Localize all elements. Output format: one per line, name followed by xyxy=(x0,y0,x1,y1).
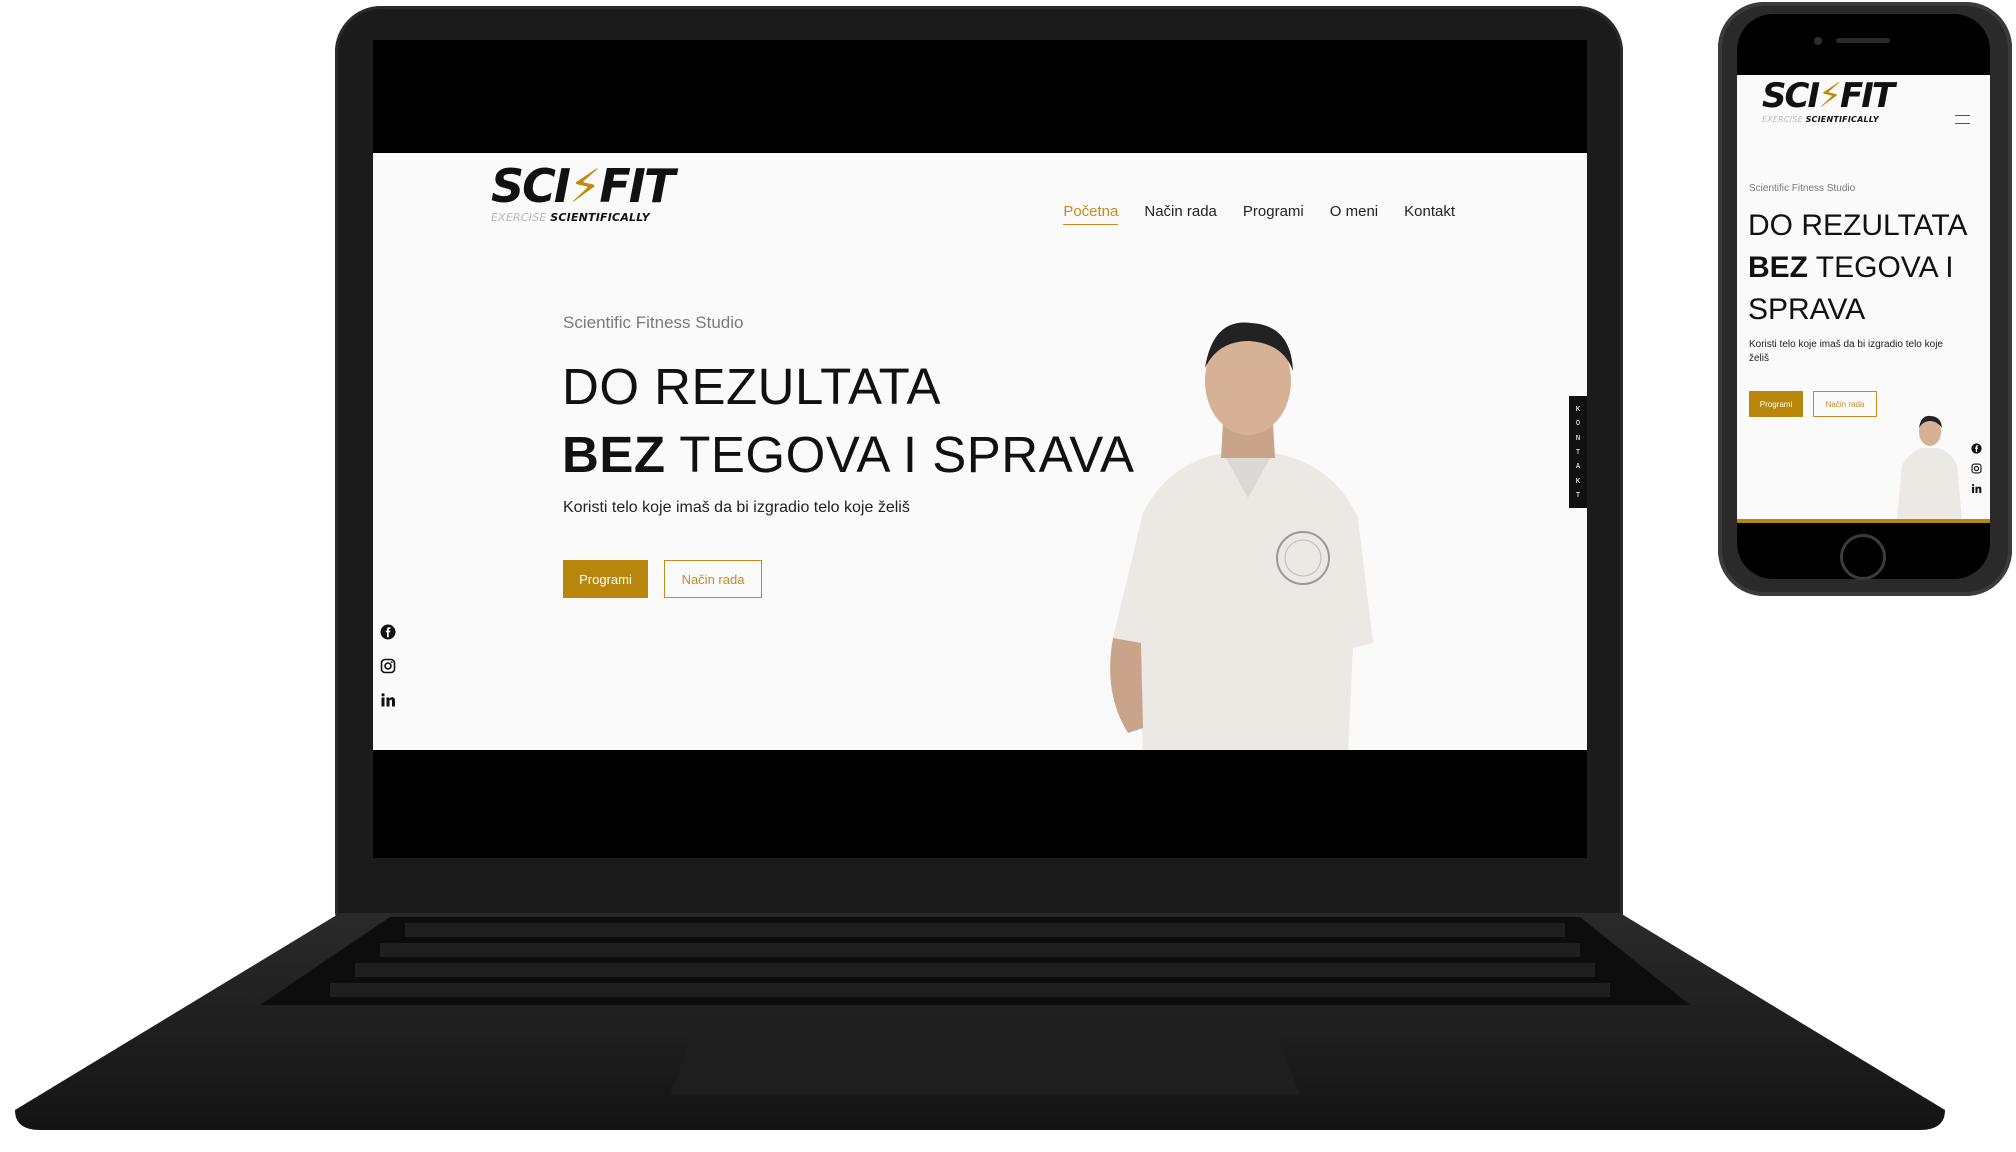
laptop-mockup: SCI⚡FIT EXERCISE SCIENTIFICALLY Početna … xyxy=(0,0,2016,1152)
hero-description-mobile: Koristi telo koje imaš da bi izgradio te… xyxy=(1749,339,1943,364)
hero-subtitle-mobile: Scientific Fitness Studio xyxy=(1749,183,1856,194)
phone-speaker xyxy=(1836,38,1890,43)
instagram-icon[interactable] xyxy=(380,658,396,674)
kontakt-side-tab[interactable]: KONTAKT xyxy=(1569,396,1587,508)
nav-item-o-meni[interactable]: O meni xyxy=(1330,203,1378,225)
nav-item-programi[interactable]: Programi xyxy=(1243,203,1304,225)
nacin-rada-button-mobile[interactable]: Način rada xyxy=(1813,391,1877,417)
facebook-icon[interactable] xyxy=(1971,439,1982,454)
social-links-mobile xyxy=(1971,439,1982,493)
phone-top-bezel xyxy=(1737,14,1990,75)
site-logo-mobile[interactable]: SCI⚡FIT EXERCISE SCIENTIFICALLY xyxy=(1762,79,1895,124)
hero-title-mobile: DO REZULTATA BEZ TEGOVA I SPRAVA xyxy=(1748,209,1968,326)
trainer-photo-mobile xyxy=(1887,410,1967,520)
programi-button[interactable]: Programi xyxy=(563,560,648,598)
nav-item-nacin-rada[interactable]: Način rada xyxy=(1144,203,1217,225)
hero-description: Koristi telo koje imaš da bi izgradio te… xyxy=(563,499,910,516)
main-nav: Početna Način rada Programi O meni Konta… xyxy=(1063,203,1455,225)
phone-screen: SCI⚡FIT EXERCISE SCIENTIFICALLY Scientif… xyxy=(1737,75,1990,523)
laptop-keyboard-base xyxy=(10,905,1950,1135)
facebook-icon[interactable] xyxy=(380,624,396,640)
trainer-photo xyxy=(1073,313,1403,750)
linkedin-icon[interactable] xyxy=(1971,479,1982,493)
site-logo[interactable]: SCI⚡FIT EXERCISE SCIENTIFICALLY xyxy=(491,163,675,224)
phone-home-button xyxy=(1840,534,1886,580)
laptop-screen: SCI⚡FIT EXERCISE SCIENTIFICALLY Početna … xyxy=(373,153,1587,750)
programi-button-mobile[interactable]: Programi xyxy=(1749,391,1803,417)
hero-subtitle: Scientific Fitness Studio xyxy=(563,313,744,332)
phone-camera xyxy=(1814,37,1822,45)
nacin-rada-button[interactable]: Način rada xyxy=(664,560,762,598)
instagram-icon[interactable] xyxy=(1971,459,1982,474)
nav-item-pocetna[interactable]: Početna xyxy=(1063,203,1119,225)
linkedin-icon[interactable] xyxy=(380,692,396,708)
hamburger-menu-icon[interactable] xyxy=(1955,115,1970,124)
social-links xyxy=(380,624,396,708)
nav-item-kontakt[interactable]: Kontakt xyxy=(1404,203,1455,225)
hero-title: DO REZULTATA BEZ TEGOVA I SPRAVA xyxy=(562,358,1135,483)
